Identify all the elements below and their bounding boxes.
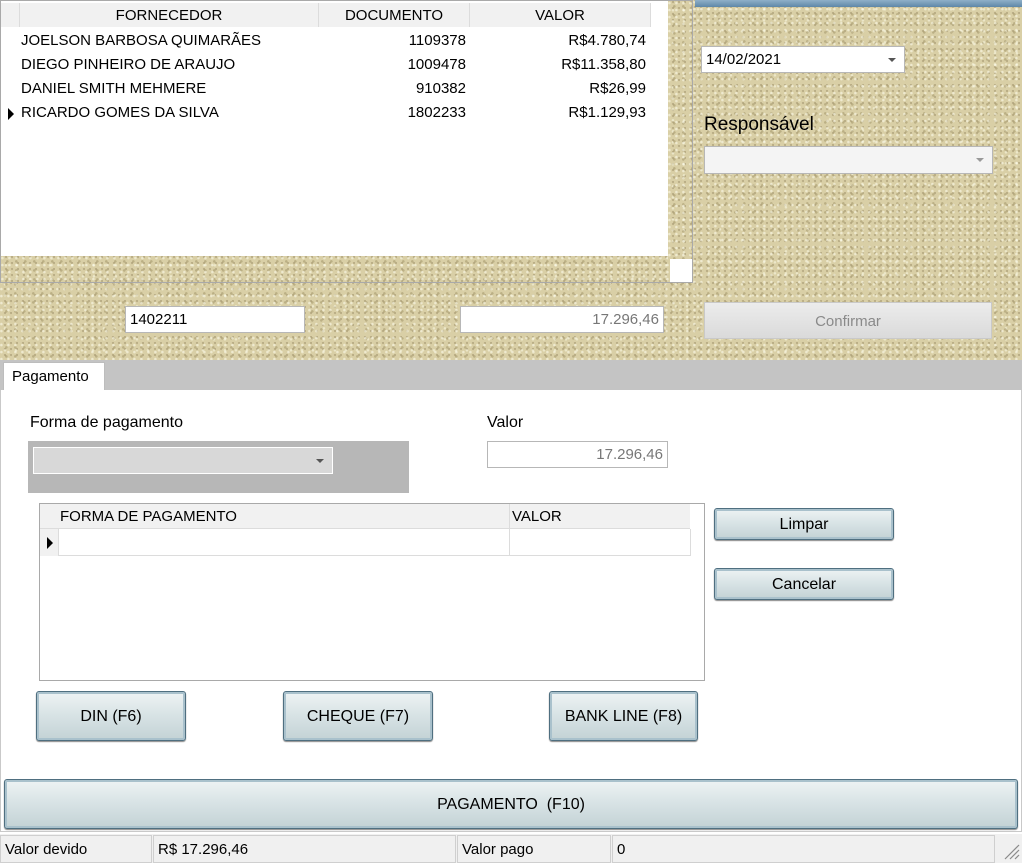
table-row[interactable]: DIEGO PINHEIRO DE ARAUJO 1009478 R$11.35… [1,53,649,77]
payment-grid[interactable]: FORMA DE PAGAMENTO VALOR [39,503,705,681]
grid-header: FORNECEDOR DOCUMENTO VALOR [1,3,651,27]
valor-pago-label: Valor pago [457,835,611,863]
cell-fornecedor: DANIEL SMITH MEHMERE [21,80,207,97]
row-marker [1,53,19,77]
total-field: 17.296,46 [460,306,664,333]
valor-field: 17.296,46 [487,441,668,468]
valor-pago-value: 0 [612,835,995,863]
cheque-button[interactable]: CHEQUE (F7) [283,691,433,741]
responsavel-select[interactable] [704,146,993,174]
column-header-valor[interactable]: VALOR [512,508,562,525]
grid-corner-box [671,261,692,282]
row-marker [1,29,19,53]
table-row-current[interactable]: RICARDO GOMES DA SILVA 1802233 R$1.129,9… [1,101,649,125]
row-header-corner [1,3,20,27]
chevron-down-icon[interactable] [888,58,896,62]
top-right-accent-bar [695,0,1022,7]
cell-valor: R$4.780,74 [568,32,646,49]
current-row-indicator-icon [1,101,19,125]
column-header-fornecedor[interactable]: FORNECEDOR [20,3,319,27]
cell-fornecedor: RICARDO GOMES DA SILVA [21,104,219,121]
valor-label: Valor [487,414,524,431]
chevron-down-icon[interactable] [976,158,984,162]
cell-documento: 1802233 [407,104,466,121]
forma-pagamento-label: Forma de pagamento [30,414,183,431]
table-row[interactable]: JOELSON BARBOSA QUIMARÃES 1109378 R$4.78… [1,29,649,53]
confirm-button[interactable]: Confirmar [704,302,992,339]
table-row[interactable]: DANIEL SMITH MEHMERE 910382 R$26,99 [1,77,649,101]
cell-documento: 1109378 [408,32,466,49]
cell-fornecedor: JOELSON BARBOSA QUIMARÃES [21,32,262,49]
cell-documento: 1009478 [407,56,466,73]
cell-valor: R$26,99 [589,80,646,97]
grid-empty-area [1,256,670,282]
cell-fornecedor: DIEGO PINHEIRO DE ARAUJO [21,56,236,73]
current-row-indicator-icon [47,537,53,549]
chevron-down-icon[interactable] [316,459,324,463]
din-button[interactable]: DIN (F6) [36,691,186,741]
pagamento-button[interactable]: PAGAMENTO (F10) [4,779,1018,829]
column-header-valor[interactable]: VALOR [470,3,651,27]
date-value: 14/02/2021 [706,51,782,68]
new-row-cell-valor[interactable] [510,529,691,556]
responsavel-label: Responsável [704,114,814,135]
bankline-button[interactable]: BANK LINE (F8) [549,691,698,741]
tab-pagamento[interactable]: Pagamento [3,362,105,392]
cell-valor: R$1.129,93 [568,104,646,121]
new-row-cell-forma[interactable] [59,529,510,556]
cell-valor: R$11.358,80 [561,56,646,73]
fornecedor-grid[interactable]: FORNECEDOR DOCUMENTO VALOR JOELSON BARBO… [0,0,693,283]
cancelar-button[interactable]: Cancelar [714,568,894,600]
cell-documento: 910382 [415,80,466,97]
vertical-scroll-area[interactable] [668,1,692,259]
tab-strip [0,360,1022,391]
column-header-forma-pagamento[interactable]: FORMA DE PAGAMENTO [60,508,237,525]
limpar-button[interactable]: Limpar [714,508,894,540]
row-marker [1,77,19,101]
resize-grip-icon[interactable] [1000,840,1020,860]
valor-devido-label: Valor devido [0,835,152,863]
column-header-documento[interactable]: DOCUMENTO [319,3,470,27]
document-field[interactable]: 1402211 [125,306,305,333]
date-select[interactable]: 14/02/2021 [701,46,905,73]
forma-pagamento-select[interactable] [33,447,333,474]
valor-devido-value: R$ 17.296,46 [153,835,456,863]
